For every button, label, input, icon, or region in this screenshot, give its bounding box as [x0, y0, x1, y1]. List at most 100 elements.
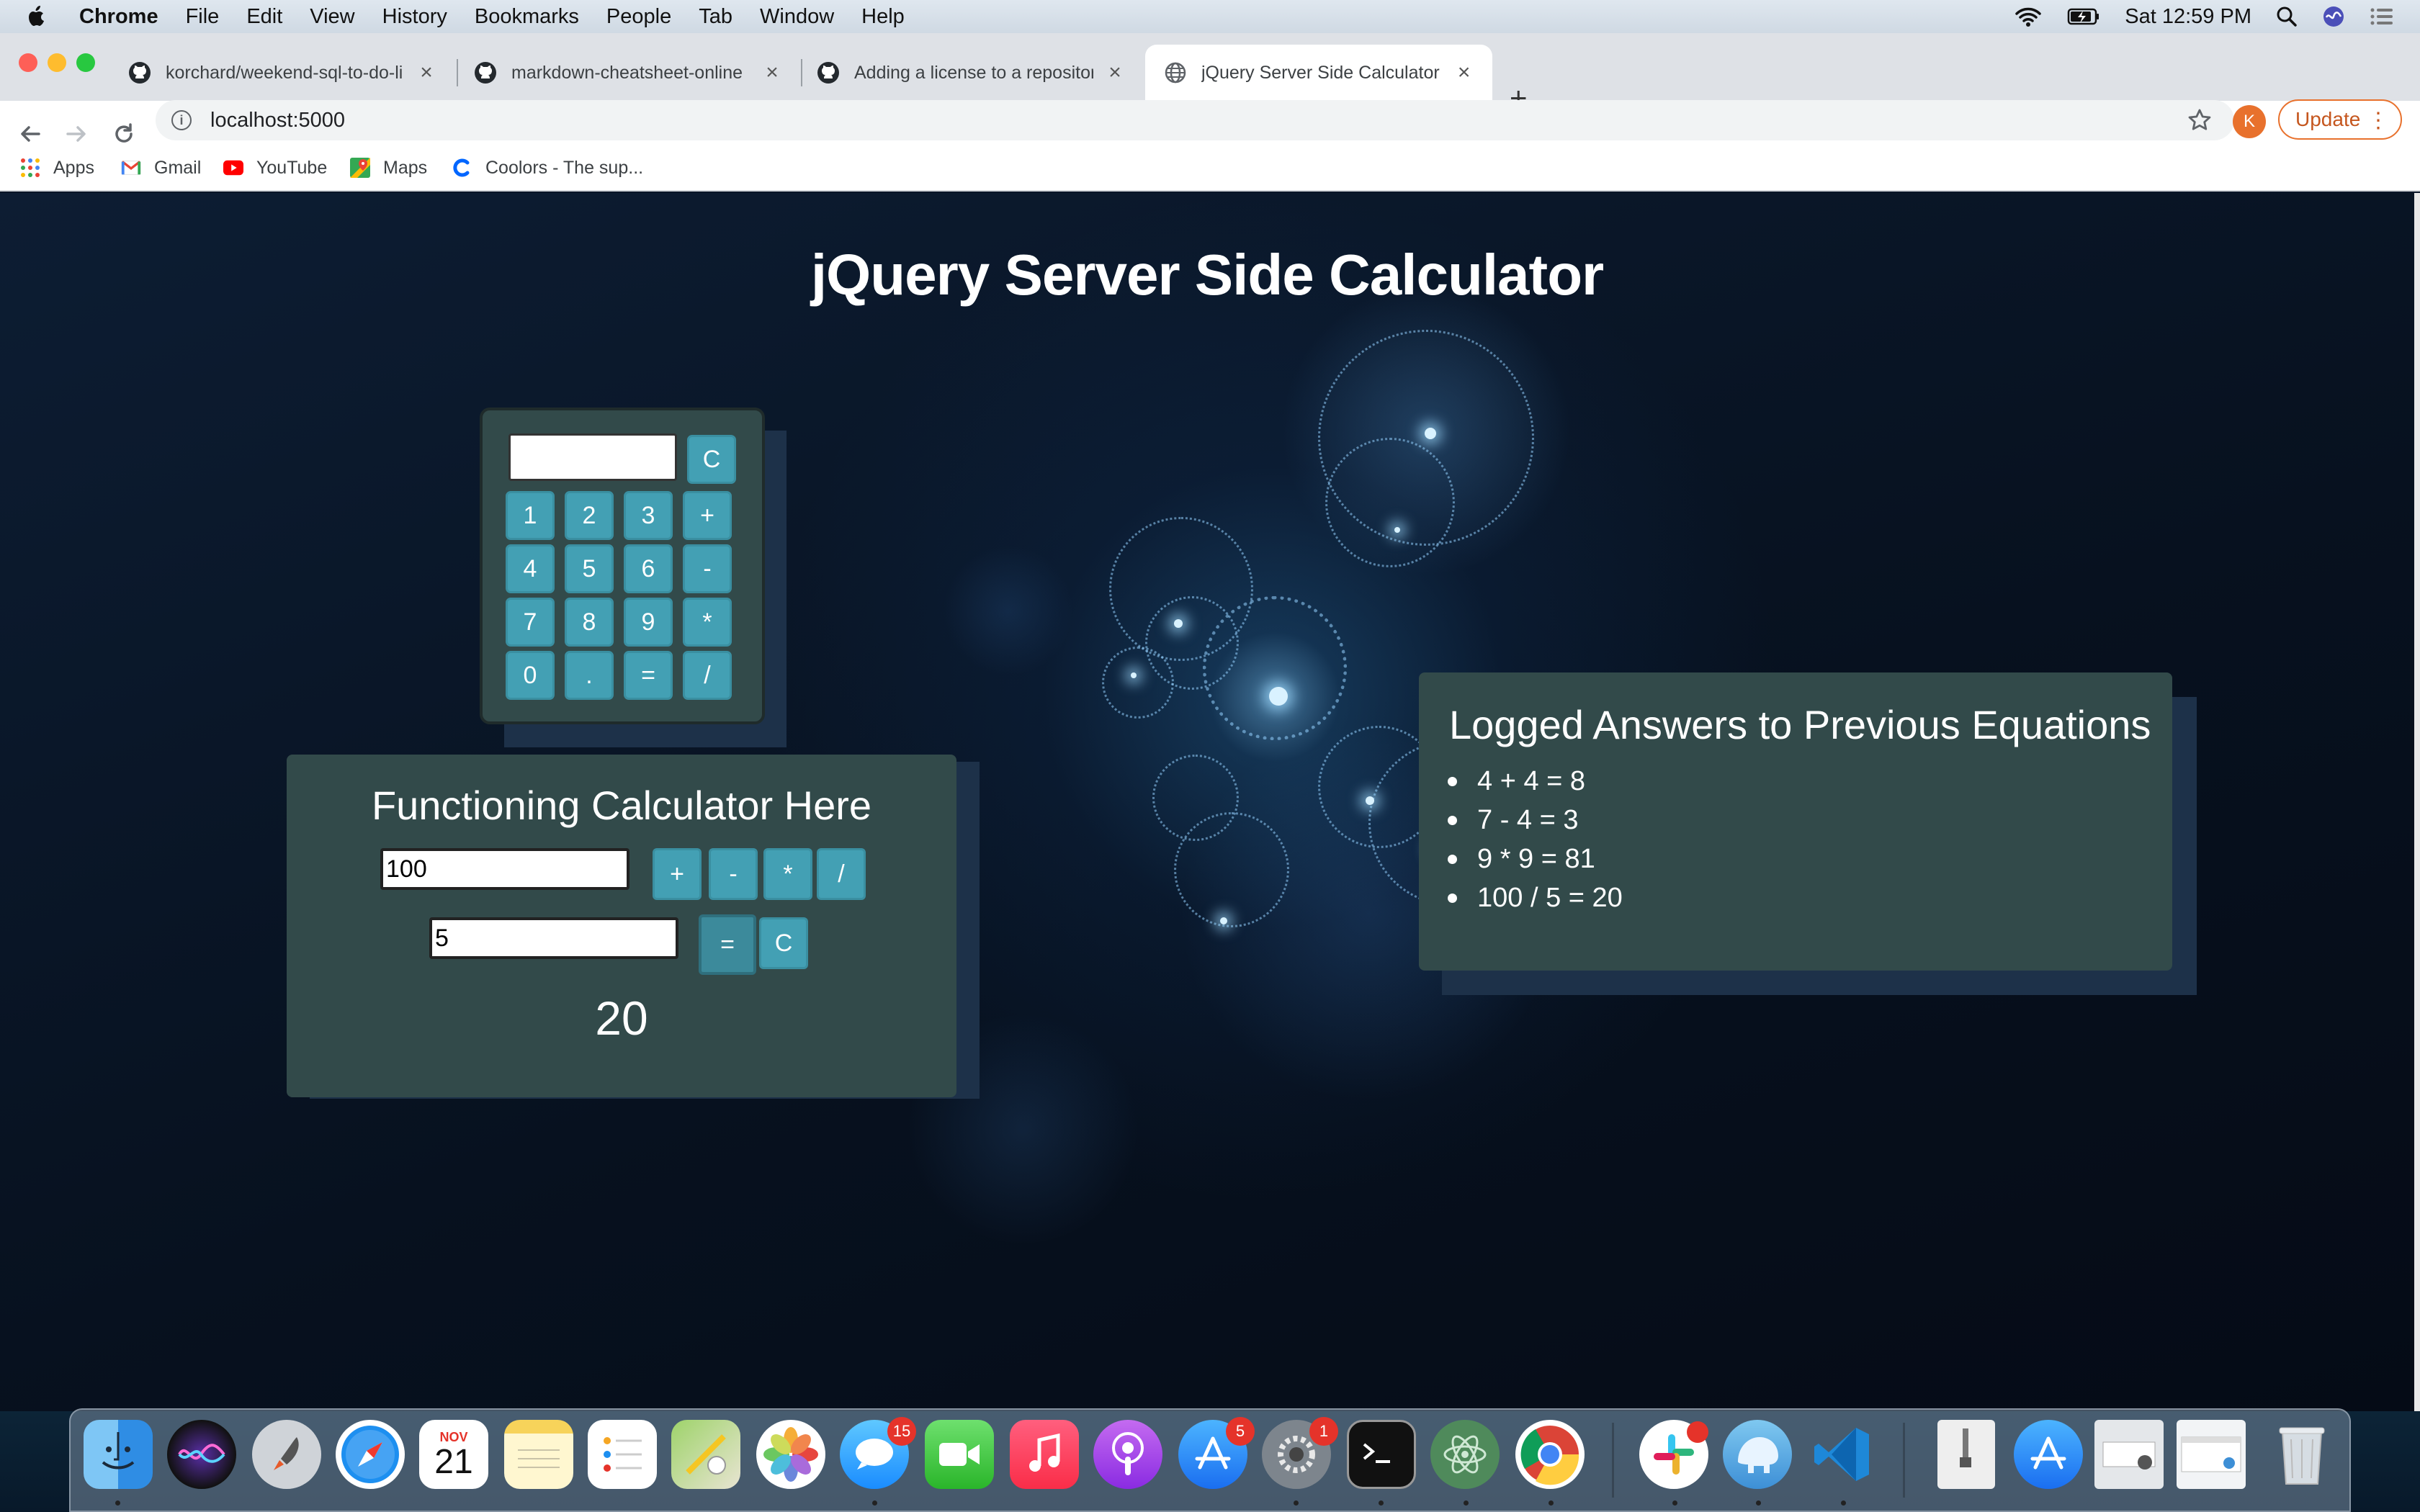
keypad-key-9[interactable]: 9: [624, 598, 673, 647]
reminders-icon[interactable]: [588, 1420, 657, 1489]
keypad-key-equals[interactable]: =: [624, 651, 673, 700]
first-number-input[interactable]: [380, 848, 629, 890]
multiply-operator-button[interactable]: *: [763, 848, 812, 900]
menubar-clock[interactable]: Sat 12:59 PM: [2125, 5, 2251, 29]
window-close-button[interactable]: [19, 53, 37, 72]
keypad-key-3[interactable]: 3: [624, 491, 673, 540]
window-zoom-button[interactable]: [76, 53, 95, 72]
bookmark-apps[interactable]: Apps: [20, 154, 94, 181]
forward-arrow-icon: [66, 126, 86, 142]
bookmark-youtube[interactable]: YouTube: [223, 154, 327, 181]
keypad-key-multiply[interactable]: *: [683, 598, 732, 647]
kebab-menu-icon[interactable]: ⋮: [2367, 108, 2389, 133]
podcasts-icon[interactable]: [1093, 1420, 1162, 1489]
keypad-key-minus[interactable]: -: [683, 544, 732, 593]
divide-operator-button[interactable]: /: [817, 848, 866, 900]
address-bar[interactable]: i localhost:5000: [156, 100, 2234, 140]
functioning-calculator-title: Functioning Calculator Here: [371, 783, 872, 828]
notes-icon[interactable]: [504, 1420, 573, 1489]
logged-answer-item: 100 / 5 = 20: [1477, 878, 1623, 917]
window-icon[interactable]: [2177, 1420, 2246, 1489]
menu-file[interactable]: File: [186, 5, 220, 29]
tab-adding-license[interactable]: Adding a license to a repositor ×: [817, 45, 1134, 101]
keypad-key-8[interactable]: 8: [565, 598, 614, 647]
spotlight-search-icon[interactable]: [2276, 6, 2298, 27]
wifi-icon[interactable]: [2014, 6, 2043, 27]
tab-close-icon[interactable]: ×: [416, 60, 436, 85]
page-scrollbar[interactable]: [2414, 193, 2420, 1411]
decorative-sparkle: [1394, 527, 1400, 533]
menu-help[interactable]: Help: [861, 5, 905, 29]
maps-icon[interactable]: [671, 1420, 740, 1489]
safari-icon[interactable]: [336, 1420, 405, 1489]
clear-button[interactable]: C: [759, 917, 808, 969]
keypad-clear-button[interactable]: C: [687, 435, 736, 484]
battery-icon[interactable]: [2067, 7, 2100, 26]
menu-view[interactable]: View: [310, 5, 354, 29]
vscode-icon[interactable]: [1808, 1420, 1877, 1489]
keypad-key-7[interactable]: 7: [506, 598, 555, 647]
bookmark-maps[interactable]: Maps: [350, 154, 427, 181]
finder-icon[interactable]: [84, 1420, 153, 1489]
apple-menu-icon[interactable]: [26, 4, 48, 29]
keypad-key-4[interactable]: 4: [506, 544, 555, 593]
calendar-icon[interactable]: NOV 21: [419, 1420, 488, 1489]
siri-menubar-icon[interactable]: [2322, 5, 2345, 28]
chrome-icon[interactable]: [1515, 1420, 1585, 1489]
dock-separator: [1612, 1423, 1614, 1498]
window-minimize-button[interactable]: [48, 53, 66, 72]
menu-app-name[interactable]: Chrome: [79, 5, 158, 29]
keypad-key-decimal[interactable]: .: [565, 651, 614, 700]
menu-people[interactable]: People: [606, 5, 671, 29]
atom-icon[interactable]: [1430, 1420, 1500, 1489]
subtract-operator-button[interactable]: -: [709, 848, 758, 900]
tab-close-icon[interactable]: ×: [762, 60, 782, 85]
keypad-key-2[interactable]: 2: [565, 491, 614, 540]
menu-history[interactable]: History: [382, 5, 447, 29]
tableplus-icon[interactable]: [1723, 1420, 1792, 1489]
tab-close-icon[interactable]: ×: [1454, 60, 1474, 85]
site-info-icon[interactable]: i: [171, 110, 192, 130]
bookmark-gmail[interactable]: Gmail: [121, 154, 201, 181]
trash-icon[interactable]: [2267, 1420, 2336, 1489]
keypad-key-divide[interactable]: /: [683, 651, 732, 700]
update-button[interactable]: Update ⋮: [2278, 99, 2402, 140]
logged-answer-item: 7 - 4 = 3: [1477, 801, 1623, 840]
github-icon: [475, 62, 496, 84]
tab-korchard-weekend-sql[interactable]: korchard/weekend-sql-to-do-li ×: [128, 45, 444, 101]
photos-icon[interactable]: [756, 1420, 825, 1489]
running-indicator: [1379, 1500, 1384, 1506]
keypad-key-0[interactable]: 0: [506, 651, 555, 700]
menu-window[interactable]: Window: [760, 5, 834, 29]
keypad-key-plus[interactable]: +: [683, 491, 732, 540]
terminal-icon[interactable]: [1347, 1420, 1416, 1489]
siri-icon[interactable]: [167, 1420, 236, 1489]
app-store-download-icon[interactable]: [2014, 1420, 2083, 1489]
menu-tab[interactable]: Tab: [699, 5, 732, 29]
keypad-key-6[interactable]: 6: [624, 544, 673, 593]
screenshot-icon[interactable]: [2094, 1420, 2164, 1489]
notification-center-icon[interactable]: [2370, 6, 2394, 27]
keypad-key-1[interactable]: 1: [506, 491, 555, 540]
tab-markdown-cheatsheet[interactable]: markdown-cheatsheet-online ×: [474, 45, 789, 101]
running-indicator: [115, 1500, 120, 1506]
tab-jquery-calculator[interactable]: jQuery Server Side Calculator ×: [1145, 45, 1492, 101]
archive-icon[interactable]: [1937, 1420, 1995, 1489]
menu-bookmarks[interactable]: Bookmarks: [475, 5, 579, 29]
address-bar-url[interactable]: localhost:5000: [210, 109, 345, 132]
keypad-display-input[interactable]: [508, 433, 677, 481]
music-icon[interactable]: [1010, 1420, 1079, 1489]
tab-close-icon[interactable]: ×: [1105, 60, 1125, 85]
keypad-key-5[interactable]: 5: [565, 544, 614, 593]
launchpad-icon[interactable]: [252, 1420, 321, 1489]
second-number-input[interactable]: [429, 917, 678, 959]
facetime-icon[interactable]: [925, 1420, 994, 1489]
menu-edit[interactable]: Edit: [246, 5, 282, 29]
page-background: jQuery Server Side Calculator C 1 2 3 + …: [0, 193, 2414, 1411]
equals-button[interactable]: =: [699, 914, 756, 975]
decorative-sparkle: [1174, 619, 1183, 628]
profile-avatar[interactable]: K: [2233, 105, 2266, 138]
add-operator-button[interactable]: +: [653, 848, 702, 900]
bookmark-star-icon[interactable]: [2187, 107, 2213, 133]
bookmark-coolors[interactable]: Coolors - The sup...: [452, 154, 643, 181]
